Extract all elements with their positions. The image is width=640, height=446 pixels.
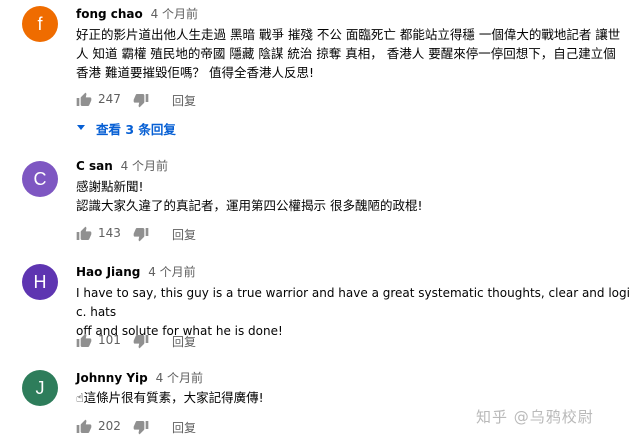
avatar[interactable]: J — [22, 370, 58, 406]
like-count: 202 — [98, 419, 121, 433]
dislike-icon[interactable] — [133, 419, 149, 435]
view-replies-label: 查看 3 条回复 — [96, 122, 176, 137]
avatar[interactable]: f — [22, 6, 58, 42]
timestamp[interactable]: 4 个月前 — [121, 159, 168, 173]
like-icon[interactable] — [76, 333, 92, 349]
comment-line: 人 知道 霸權 殖民地的帝國 隱藏 陰謀 統治 掠奪 真相， 香港人 要醒來停一… — [76, 46, 616, 61]
author-name[interactable]: Hao Jiang — [76, 265, 140, 279]
timestamp[interactable]: 4 个月前 — [156, 371, 203, 385]
timestamp[interactable]: 4 个月前 — [148, 265, 195, 279]
comment-line: 香港 難道要摧毀佢嗎？ 值得全香港人反思! — [76, 65, 314, 80]
like-icon[interactable] — [76, 92, 92, 108]
comment-line: 認識大家久違了的真記者，運用第四公權揭示 很多醜陋的政棍! — [76, 198, 423, 213]
like-count: 101 — [98, 333, 121, 347]
comment-line: 感謝點新聞! — [76, 179, 144, 194]
reply-button[interactable]: 回复 — [172, 333, 196, 350]
comment-header: Hao Jiang 4 个月前 — [76, 264, 196, 280]
comment-header: C san 4 个月前 — [76, 158, 168, 174]
author-name[interactable]: fong chao — [76, 7, 143, 21]
reply-button[interactable]: 回复 — [172, 92, 196, 109]
comment-text: 好正的影片道出他人生走過 黑暗 戰爭 摧殘 不公 面臨死亡 都能站立得穩 一個偉… — [76, 25, 632, 82]
reply-button[interactable]: 回复 — [172, 226, 196, 243]
like-icon[interactable] — [76, 226, 92, 242]
like-count: 143 — [98, 226, 121, 240]
comment-line: off and solute for what he is done! — [76, 324, 283, 338]
like-icon[interactable] — [76, 419, 92, 435]
avatar[interactable]: C — [22, 161, 58, 197]
caret-down-icon — [77, 125, 85, 130]
reply-button[interactable]: 回复 — [172, 419, 196, 436]
comment-line: I have to say, this guy is a true warrio… — [76, 286, 630, 319]
comment-line: ☝這條片很有質素，大家記得廣傳! — [76, 390, 264, 405]
author-name[interactable]: Johnny Yip — [76, 371, 148, 385]
dislike-icon[interactable] — [133, 92, 149, 108]
comment-header: Johnny Yip 4 个月前 — [76, 370, 203, 386]
comment-text: 感謝點新聞! 認識大家久違了的真記者，運用第四公權揭示 很多醜陋的政棍! — [76, 177, 632, 215]
comment-text: ☝這條片很有質素，大家記得廣傳! — [76, 388, 632, 407]
dislike-icon[interactable] — [133, 226, 149, 242]
like-count: 247 — [98, 92, 121, 106]
dislike-icon[interactable] — [133, 333, 149, 349]
comment-line: 好正的影片道出他人生走過 黑暗 戰爭 摧殘 不公 面臨死亡 都能站立得穩 一個偉… — [76, 27, 621, 42]
timestamp[interactable]: 4 个月前 — [151, 7, 198, 21]
avatar[interactable]: H — [22, 264, 58, 300]
watermark-text: 知乎 @乌鸦校尉 — [476, 408, 594, 426]
comment-header: fong chao 4 个月前 — [76, 6, 198, 22]
comment-text: I have to say, this guy is a true warrio… — [76, 284, 632, 341]
author-name[interactable]: C san — [76, 159, 113, 173]
